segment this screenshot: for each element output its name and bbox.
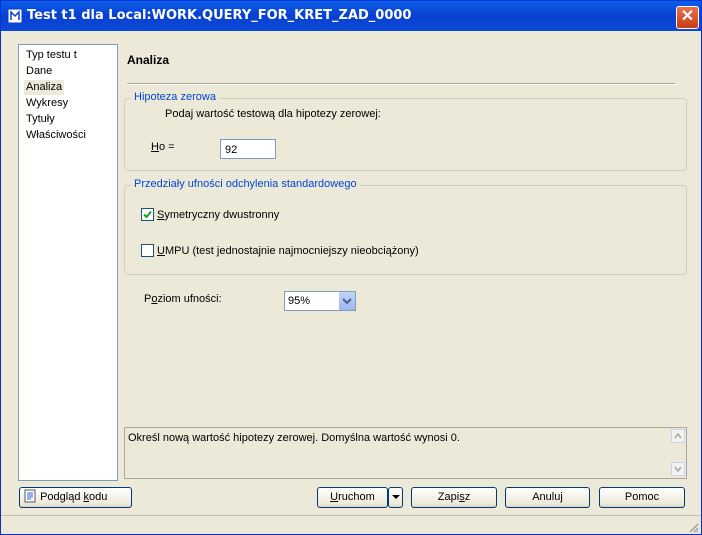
dialog-window: Test t1 dla Local:WORK.QUERY_FOR_KRET_ZA… [0, 0, 702, 535]
intervals-group-title: Przedziały ufności odchylenia standardow… [131, 178, 360, 190]
nav-item-wlasciwosci[interactable]: Właściwości [24, 128, 88, 143]
confidence-value: 95% [288, 295, 311, 307]
nav-list: Typ testu t Dane Analiza Wykresy Tytuły … [18, 44, 118, 481]
checkmark-icon [143, 210, 152, 219]
content-panel: Analiza Hipoteza zerowa Podaj wartość te… [119, 44, 699, 479]
title-bar[interactable]: Test t1 dla Local:WORK.QUERY_FOR_KRET_ZA… [1, 1, 701, 31]
confidence-label: Poziom ufności: [144, 293, 222, 305]
nav-item-analiza[interactable]: Analiza [24, 80, 65, 95]
run-dropdown-button[interactable] [388, 487, 403, 508]
heading-divider [127, 83, 675, 85]
status-bar [1, 515, 701, 534]
cancel-button[interactable]: Anuluj [505, 487, 590, 508]
nav-item-tytuly[interactable]: Tytuły [24, 112, 57, 127]
code-preview-icon [24, 489, 36, 503]
code-preview-button[interactable]: Podgląd kodu [19, 487, 132, 508]
ho-value-input[interactable]: 92 [220, 139, 276, 159]
close-icon: ✕ [680, 8, 695, 25]
nav-item-wykresy[interactable]: Wykresy [24, 96, 70, 111]
help-scrollbar[interactable] [670, 428, 686, 478]
resize-grip-icon[interactable] [687, 521, 699, 533]
dropdown-arrow-icon [391, 495, 400, 499]
help-button[interactable]: Pomoc [599, 487, 685, 508]
umpu-checkbox[interactable] [141, 244, 154, 257]
symmetric-label[interactable]: Symetryczny dwustronny [157, 209, 279, 221]
hypothesis-group: Hipoteza zerowa Podaj wartość testową dl… [124, 91, 687, 171]
nav-item-dane[interactable]: Dane [24, 64, 54, 79]
app-icon [7, 8, 23, 24]
chevron-down-icon[interactable] [338, 292, 355, 310]
window-title: Test t1 dla Local:WORK.QUERY_FOR_KRET_ZA… [27, 8, 412, 23]
scroll-up-icon[interactable] [671, 429, 685, 443]
ho-label: Ho = [151, 141, 175, 153]
hypothesis-group-title: Hipoteza zerowa [131, 91, 219, 103]
help-description: Określ nową wartość hipotezy zerowej. Do… [124, 427, 687, 479]
intervals-group: Przedziały ufności odchylenia standardow… [124, 178, 687, 275]
close-button[interactable]: ✕ [676, 6, 699, 29]
save-button[interactable]: Zapisz [411, 487, 497, 508]
nav-item-typ-testu[interactable]: Typ testu t [24, 48, 79, 63]
symmetric-checkbox[interactable] [141, 208, 154, 221]
confidence-select[interactable]: 95% [284, 291, 356, 311]
hypothesis-prompt: Podaj wartość testową dla hipotezy zerow… [165, 108, 381, 120]
page-title: Analiza [127, 53, 170, 67]
help-text: Określ nową wartość hipotezy zerowej. Do… [128, 432, 460, 444]
umpu-label[interactable]: UMPU (test jednostajnie najmocniejszy ni… [157, 245, 419, 257]
run-button[interactable]: Uruchom [317, 487, 388, 508]
scroll-down-icon[interactable] [671, 462, 685, 476]
